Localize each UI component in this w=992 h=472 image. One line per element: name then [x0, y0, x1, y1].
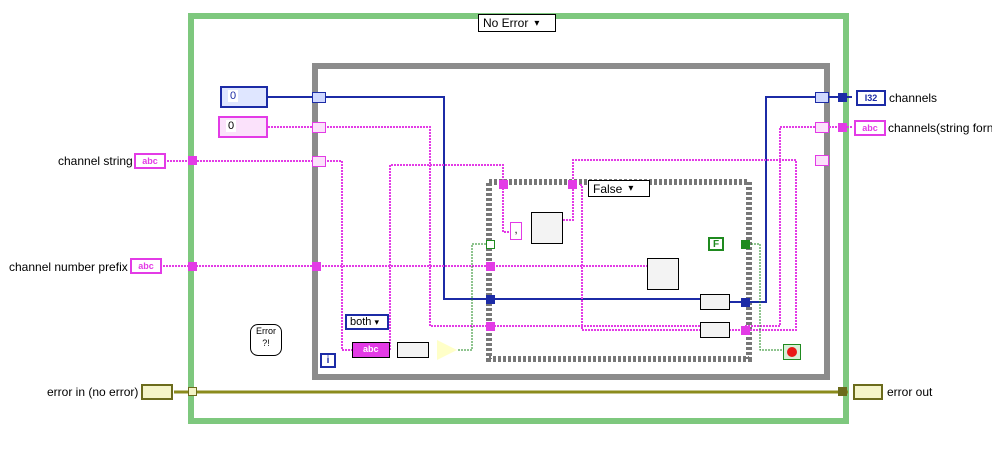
format-string-node[interactable]: [647, 258, 679, 290]
comma-string-constant[interactable]: ,: [510, 222, 522, 240]
trim-whitespace-node[interactable]: abc: [352, 342, 390, 358]
inner-tunnel-9: [741, 240, 750, 249]
boolean-wires: [458, 243, 788, 351]
string-zero-value: 0: [226, 120, 237, 132]
shift-register-string-right-2[interactable]: [815, 155, 829, 166]
chevron-down-icon: ▾: [628, 183, 634, 194]
inner-tunnel-4: [486, 295, 495, 304]
channel-number-prefix-label: channel number prefix: [9, 260, 128, 274]
shift-register-string-right-1[interactable]: [815, 122, 829, 133]
channels-label: channels: [889, 91, 938, 105]
channels-string-terminal[interactable]: abc: [854, 120, 886, 136]
inner-tunnel-3: [486, 262, 495, 271]
inner-tunnel-1: [499, 180, 508, 189]
inner-case-selector-label: False: [593, 181, 623, 196]
tunnel-error-out: [838, 387, 847, 396]
false-constant[interactable]: F: [708, 237, 724, 251]
outer-case-selector[interactable]: No Error ▾: [478, 14, 556, 32]
channel-string-label: channel string: [58, 154, 133, 168]
tunnel-channel-prefix: [188, 262, 197, 271]
error-in-terminal[interactable]: [141, 384, 173, 400]
iteration-terminal: i: [320, 353, 336, 368]
channels-string-label: channels(string forn: [888, 121, 992, 135]
search-split-string-node[interactable]: [531, 212, 563, 244]
channel-string-terminal[interactable]: abc: [134, 153, 166, 169]
channel-number-prefix-terminal[interactable]: abc: [130, 258, 162, 274]
tunnel-channels-string-out: [838, 123, 847, 132]
numeric-array-constant[interactable]: 0: [220, 86, 268, 108]
shift-register-string-left-2[interactable]: [312, 156, 326, 167]
string-array-constant[interactable]: 0: [218, 116, 268, 138]
inner-case-selector[interactable]: False ▾: [588, 180, 650, 197]
error-out-terminal[interactable]: [853, 384, 883, 400]
build-array-node-string[interactable]: [700, 322, 730, 338]
outer-case-selector-label: No Error: [483, 16, 529, 30]
channels-terminal[interactable]: I32: [856, 90, 886, 106]
chevron-down-icon: ▾: [534, 17, 540, 29]
tunnel-channels-out: [838, 93, 847, 102]
inner-tunnel-5: [486, 322, 495, 331]
error-in-label: error in (no error): [47, 385, 139, 399]
string-length-node[interactable]: [397, 342, 429, 358]
shift-register-string-left-1[interactable]: [312, 122, 326, 133]
shift-register-numeric-right[interactable]: [815, 92, 829, 103]
tunnel-channel-string: [188, 156, 197, 165]
stop-icon: [787, 347, 797, 357]
inner-tunnel-6: [486, 240, 495, 249]
tunnel-error-in: [188, 387, 197, 396]
error-out-label: error out: [887, 385, 933, 399]
shift-register-numeric-left[interactable]: [312, 92, 326, 103]
chevron-down-icon: ▾: [374, 317, 380, 327]
build-array-node-numeric[interactable]: [700, 294, 730, 310]
numeric-zero-value: 0: [228, 90, 239, 102]
error-icon: Error?!: [250, 324, 282, 356]
inner-tunnel-2: [568, 180, 577, 189]
block-diagram-wires: [160, 13, 852, 424]
loop-tunnel-prefix: [312, 262, 321, 271]
stop-condition-terminal[interactable]: [783, 344, 801, 360]
inner-tunnel-7: [741, 298, 750, 307]
equal-zero-node[interactable]: [437, 340, 457, 360]
inner-tunnel-8: [741, 326, 750, 335]
both-enum-constant[interactable]: both ▾: [345, 314, 389, 330]
